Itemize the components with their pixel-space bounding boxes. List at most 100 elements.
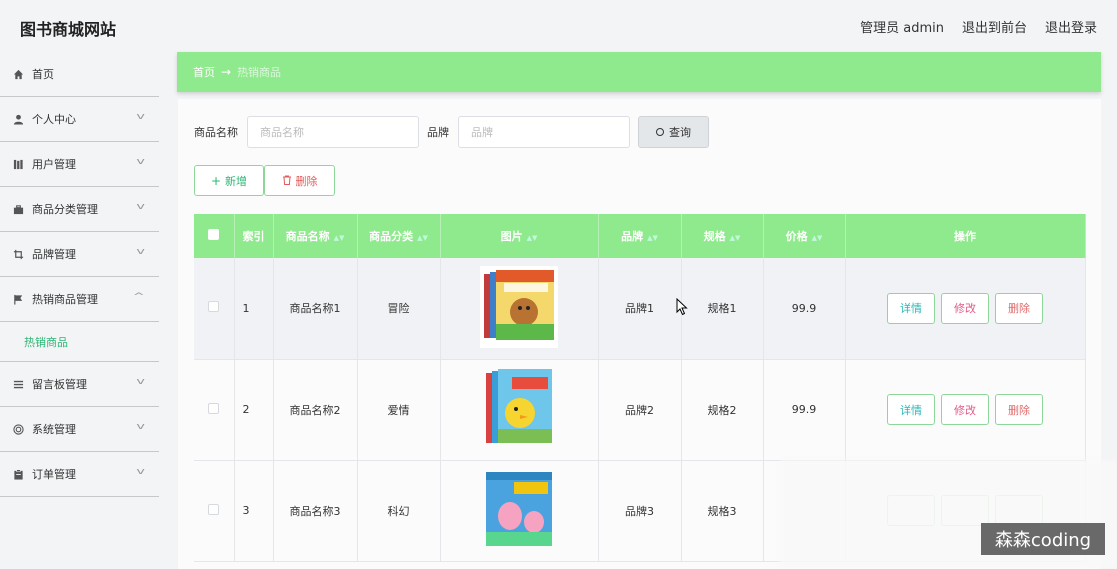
detail-button[interactable]: 详情 — [887, 292, 935, 324]
row-actions: 详情 修改 删除 — [846, 292, 1085, 324]
delete-button[interactable]: 删除 — [995, 394, 1043, 425]
briefcase-icon — [12, 203, 24, 215]
brand-label: 品牌 — [427, 126, 449, 139]
logout-link[interactable]: 退出登录 — [1045, 17, 1097, 36]
product-spec: 规格3 — [681, 460, 764, 562]
back-to-front-link[interactable]: 退出到前台 — [962, 17, 1027, 36]
sort-icon[interactable]: ▲▼ — [812, 234, 823, 242]
product-category: 冒险 — [357, 258, 441, 360]
table-row[interactable]: 1 商品名称1 冒险 品牌1 规格1 99.9 详情 修改 删除 — [194, 258, 1086, 360]
product-spec: 规格1 — [681, 258, 764, 360]
brand-search-input[interactable]: 品牌 — [458, 116, 630, 148]
user-icon — [12, 113, 24, 125]
sidebar-item-category[interactable]: 商品分类管理 v — [0, 187, 159, 232]
product-name: 商品名称2 — [273, 359, 358, 461]
sidebar-item-hot-products[interactable]: 热销商品管理 ^ — [0, 277, 159, 322]
chevron-down-icon: v — [136, 112, 145, 122]
breadcrumb-current: 热销商品 — [237, 66, 282, 79]
search-bar: 商品名称 商品名称 品牌 品牌 查询 — [194, 116, 709, 148]
chevron-down-icon: v — [136, 377, 145, 387]
breadcrumb-home[interactable]: 首页 — [193, 64, 215, 80]
column-header[interactable]: 规格 ▲▼ — [681, 214, 764, 258]
sidebar-item-label: 商品分类管理 — [32, 203, 98, 216]
batch-delete-button[interactable]: 删除 — [264, 165, 335, 196]
home-icon — [12, 68, 24, 80]
column-header[interactable]: 图片 ▲▼ — [440, 214, 599, 258]
book-cover-image — [480, 367, 558, 449]
product-category: 科幻 — [357, 460, 441, 562]
sidebar-item-profile[interactable]: 个人中心 v — [0, 97, 159, 142]
sidebar-item-orders[interactable]: 订单管理 v — [0, 452, 159, 497]
sort-icon[interactable]: ▲▼ — [527, 234, 538, 242]
clipboard-icon — [12, 468, 24, 480]
sort-icon[interactable]: ▲▼ — [730, 234, 741, 242]
sort-icon[interactable]: ▲▼ — [647, 234, 658, 242]
watermark: 森森coding — [981, 523, 1105, 555]
sort-icon[interactable]: ▲▼ — [334, 234, 345, 242]
add-button-label: 新增 — [225, 174, 248, 188]
chevron-up-icon: ^ — [133, 292, 146, 302]
product-category: 爱情 — [357, 359, 441, 461]
column-header[interactable]: 品牌 ▲▼ — [598, 214, 682, 258]
product-price: 99.9 — [763, 258, 846, 360]
product-name: 商品名称1 — [273, 258, 358, 360]
row-checkbox[interactable] — [208, 301, 220, 313]
plus-icon: + — [210, 173, 222, 188]
trash-icon — [282, 174, 292, 188]
delete-button-label: 删除 — [295, 174, 318, 188]
breadcrumb: 首页 → 热销商品 — [177, 52, 1101, 92]
select-all-checkbox[interactable] — [208, 229, 220, 240]
product-spec: 规格2 — [681, 359, 764, 461]
row-index: 1 — [234, 258, 274, 360]
chevron-down-icon: v — [136, 467, 145, 477]
sidebar-item-label: 热销商品管理 — [32, 293, 98, 306]
row-checkbox[interactable] — [208, 503, 220, 515]
book-cover-image — [480, 265, 558, 348]
sidebar-subitem-hot-products[interactable]: 热销商品 — [0, 322, 159, 362]
row-index: 2 — [234, 359, 274, 461]
product-brand: 品牌1 — [598, 258, 682, 360]
admin-label[interactable]: 管理员 admin — [860, 17, 944, 36]
table-row[interactable]: 2 商品名称2 爱情 品牌2 规格2 99.9 详情 修改 删除 — [194, 359, 1086, 461]
sidebar-item-label: 系统管理 — [32, 423, 76, 436]
chevron-down-icon: v — [136, 422, 145, 432]
sidebar-item-home[interactable]: 首页 — [0, 52, 159, 97]
column-header[interactable]: 价格 ▲▼ — [763, 214, 846, 258]
top-links: 管理员 admin 退出到前台 退出登录 — [860, 17, 1097, 36]
select-all-checkbox-cell[interactable] — [194, 214, 235, 258]
add-button[interactable]: + 新增 — [194, 165, 264, 196]
books-icon — [12, 158, 24, 170]
breadcrumb-arrow: → — [221, 65, 232, 79]
sidebar-item-label: 用户管理 — [32, 158, 76, 171]
sidebar-item-label: 个人中心 — [32, 113, 76, 126]
edit-button[interactable]: 修改 — [941, 292, 989, 324]
name-search-input[interactable]: 商品名称 — [247, 116, 419, 148]
sidebar-item-users[interactable]: 用户管理 v — [0, 142, 159, 187]
row-checkbox[interactable] — [208, 402, 220, 414]
column-header[interactable]: 商品分类 ▲▼ — [357, 214, 441, 258]
column-header: 操作 — [845, 214, 1086, 258]
sidebar-item-label: 留言板管理 — [32, 378, 87, 391]
chevron-down-icon: v — [136, 157, 145, 167]
sidebar-item-brand[interactable]: 品牌管理 v — [0, 232, 159, 277]
sidebar-item-label: 首页 — [32, 68, 54, 81]
row-index: 3 — [234, 460, 274, 562]
column-header[interactable]: 商品名称 ▲▼ — [273, 214, 358, 258]
product-brand: 品牌3 — [598, 460, 682, 562]
sidebar: 首页 个人中心 v 用户管理 v 商品分类管理 v 品牌管理 v 热销商品管理 … — [0, 52, 159, 569]
detail-button[interactable]: 详情 — [887, 394, 935, 425]
query-button-label: 查询 — [669, 126, 691, 139]
sidebar-item-messages[interactable]: 留言板管理 v — [0, 362, 159, 407]
flag-icon — [12, 293, 24, 305]
edit-button[interactable]: 修改 — [941, 394, 989, 425]
table-header-row: 索引 商品名称 ▲▼ 商品分类 ▲▼ 图片 ▲▼ 品牌 ▲▼ 规格 ▲▼ 价格 ▲▼ 操作 — [194, 214, 1086, 258]
delete-button[interactable]: 删除 — [995, 292, 1043, 324]
settings-icon — [12, 423, 24, 435]
column-header: 索引 — [234, 214, 274, 258]
sidebar-item-label: 订单管理 — [32, 468, 76, 481]
list-icon — [12, 378, 24, 390]
crop-icon — [12, 248, 24, 260]
query-button[interactable]: 查询 — [638, 116, 709, 148]
sort-icon[interactable]: ▲▼ — [417, 234, 428, 242]
sidebar-item-system[interactable]: 系统管理 v — [0, 407, 159, 452]
